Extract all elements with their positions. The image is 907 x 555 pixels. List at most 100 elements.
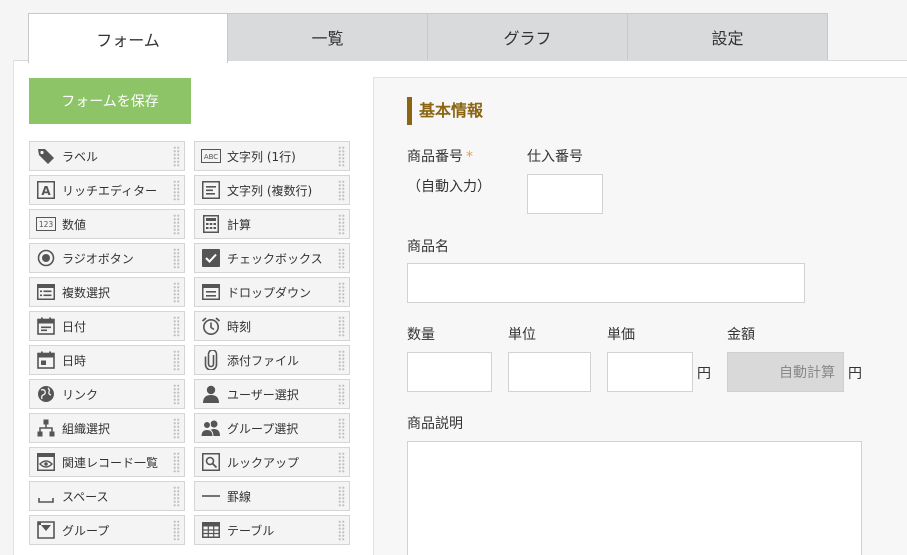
drag-handle-icon[interactable]	[338, 418, 345, 439]
palette-item-lookup[interactable]: ルックアップ	[194, 447, 350, 477]
amount-yen-suffix: 円	[848, 366, 862, 382]
palette-item-dropdown[interactable]: ドロップダウン	[194, 277, 350, 307]
palette-item-group[interactable]: グループ	[29, 515, 185, 545]
palette-item-radio-button[interactable]: ラジオボタン	[29, 243, 185, 273]
drag-handle-icon[interactable]	[173, 520, 180, 541]
palette-item-table[interactable]: テーブル	[194, 515, 350, 545]
palette-item-text: 複数選択	[62, 285, 111, 300]
palette-item-date[interactable]: 日付	[29, 311, 185, 341]
palette-item-multi-select[interactable]: 複数選択	[29, 277, 185, 307]
purchase-number-input[interactable]	[527, 174, 603, 214]
tab-list[interactable]: 一覧	[228, 13, 428, 61]
unit-price-input[interactable]	[607, 352, 693, 392]
drag-handle-icon[interactable]	[338, 520, 345, 541]
palette-item-datetime[interactable]: 日時	[29, 345, 185, 375]
save-form-button[interactable]: フォームを保存	[29, 78, 191, 124]
tab-form[interactable]: フォーム	[28, 13, 228, 63]
drag-handle-icon[interactable]	[173, 214, 180, 235]
palette-item-single-line-text[interactable]: ABC 文字列 (1行)	[194, 141, 350, 171]
space-icon	[36, 486, 56, 506]
unit-label[interactable]: 単位	[508, 324, 536, 344]
drag-handle-icon[interactable]	[173, 316, 180, 337]
calculator-icon	[201, 214, 221, 234]
tab-bar: フォーム 一覧 グラフ 設定	[28, 13, 828, 63]
palette-item-text: 計算	[227, 217, 252, 232]
drag-handle-icon[interactable]	[338, 486, 345, 507]
palette-item-checkbox[interactable]: チェックボックス	[194, 243, 350, 273]
drag-handle-icon[interactable]	[338, 350, 345, 371]
description-label[interactable]: 商品説明	[407, 413, 463, 433]
palette-item-text: ラジオボタン	[62, 251, 134, 266]
svg-text:A: A	[41, 184, 51, 198]
product-name-input[interactable]	[407, 263, 805, 303]
required-mark: *	[466, 149, 473, 165]
drag-handle-icon[interactable]	[338, 248, 345, 269]
drag-handle-icon[interactable]	[173, 418, 180, 439]
tab-settings[interactable]: 設定	[628, 13, 828, 61]
palette-item-text: テーブル	[227, 523, 275, 538]
paperclip-icon	[201, 350, 221, 370]
unit-input[interactable]	[508, 352, 591, 392]
drag-handle-icon[interactable]	[338, 316, 345, 337]
drag-handle-icon[interactable]	[173, 248, 180, 269]
palette-item-border[interactable]: 罫線	[194, 481, 350, 511]
datetime-icon	[36, 350, 56, 370]
palette-item-text: リッチエディター	[62, 183, 158, 198]
product-number-label-text: 商品番号	[407, 149, 463, 165]
purchase-number-label[interactable]: 仕入番号	[527, 146, 583, 166]
abc-text-icon: ABC	[201, 146, 221, 166]
drag-handle-icon[interactable]	[173, 350, 180, 371]
palette-item-attachment[interactable]: 添付ファイル	[194, 345, 350, 375]
palette-item-number[interactable]: 123 数値	[29, 209, 185, 239]
drag-handle-icon[interactable]	[173, 384, 180, 405]
unit-price-label[interactable]: 単価	[607, 324, 635, 344]
multiline-text-icon	[201, 180, 221, 200]
description-textarea[interactable]	[407, 441, 862, 555]
drag-handle-icon[interactable]	[338, 146, 345, 167]
multi-select-icon	[36, 282, 56, 302]
group-users-icon	[201, 418, 221, 438]
product-number-label[interactable]: 商品番号 *	[407, 146, 473, 166]
palette-item-text: チェックボックス	[227, 251, 323, 266]
palette-item-text: 数値	[62, 217, 87, 232]
drag-handle-icon[interactable]	[173, 452, 180, 473]
palette-item-org-select[interactable]: 組織選択	[29, 413, 185, 443]
quantity-label[interactable]: 数量	[407, 324, 435, 344]
tab-graph[interactable]: グラフ	[428, 13, 628, 61]
drag-handle-icon[interactable]	[338, 384, 345, 405]
drag-handle-icon[interactable]	[338, 214, 345, 235]
palette-item-link[interactable]: リンク	[29, 379, 185, 409]
palette-item-calculated[interactable]: 計算	[194, 209, 350, 239]
quantity-input[interactable]	[407, 352, 492, 392]
palette-item-space[interactable]: スペース	[29, 481, 185, 511]
product-name-label[interactable]: 商品名	[407, 236, 449, 256]
drag-handle-icon[interactable]	[173, 180, 180, 201]
drag-handle-icon[interactable]	[338, 452, 345, 473]
amount-calculated-field[interactable]: 自動計算	[727, 352, 844, 392]
palette-item-user-select[interactable]: ユーザー選択	[194, 379, 350, 409]
date-icon	[36, 316, 56, 336]
checkbox-icon	[201, 248, 221, 268]
drag-handle-icon[interactable]	[338, 180, 345, 201]
palette-item-text: リンク	[62, 387, 99, 402]
drag-handle-icon[interactable]	[173, 146, 180, 167]
alarm-clock-icon	[201, 316, 221, 336]
drag-handle-icon[interactable]	[173, 486, 180, 507]
palette-item-text: グループ	[62, 523, 110, 538]
palette-item-text: ラベル	[62, 149, 99, 164]
palette-item-text: 組織選択	[62, 421, 111, 436]
section-label-basic-info[interactable]: 基本情報	[407, 97, 483, 125]
drag-handle-icon[interactable]	[173, 282, 180, 303]
amount-label[interactable]: 金額	[727, 324, 755, 344]
palette-item-group-select[interactable]: グループ選択	[194, 413, 350, 443]
drag-handle-icon[interactable]	[338, 282, 345, 303]
palette-item-multi-line-text[interactable]: 文字列 (複数行)	[194, 175, 350, 205]
palette-item-text: ドロップダウン	[227, 285, 312, 300]
lookup-icon	[201, 452, 221, 472]
palette-item-rich-editor[interactable]: A リッチエディター	[29, 175, 185, 205]
palette-item-time[interactable]: 時刻	[194, 311, 350, 341]
palette-item-related-records[interactable]: 関連レコード一覧	[29, 447, 185, 477]
globe-icon	[36, 384, 56, 404]
radio-icon	[36, 248, 56, 268]
palette-item-label[interactable]: ラベル	[29, 141, 185, 171]
